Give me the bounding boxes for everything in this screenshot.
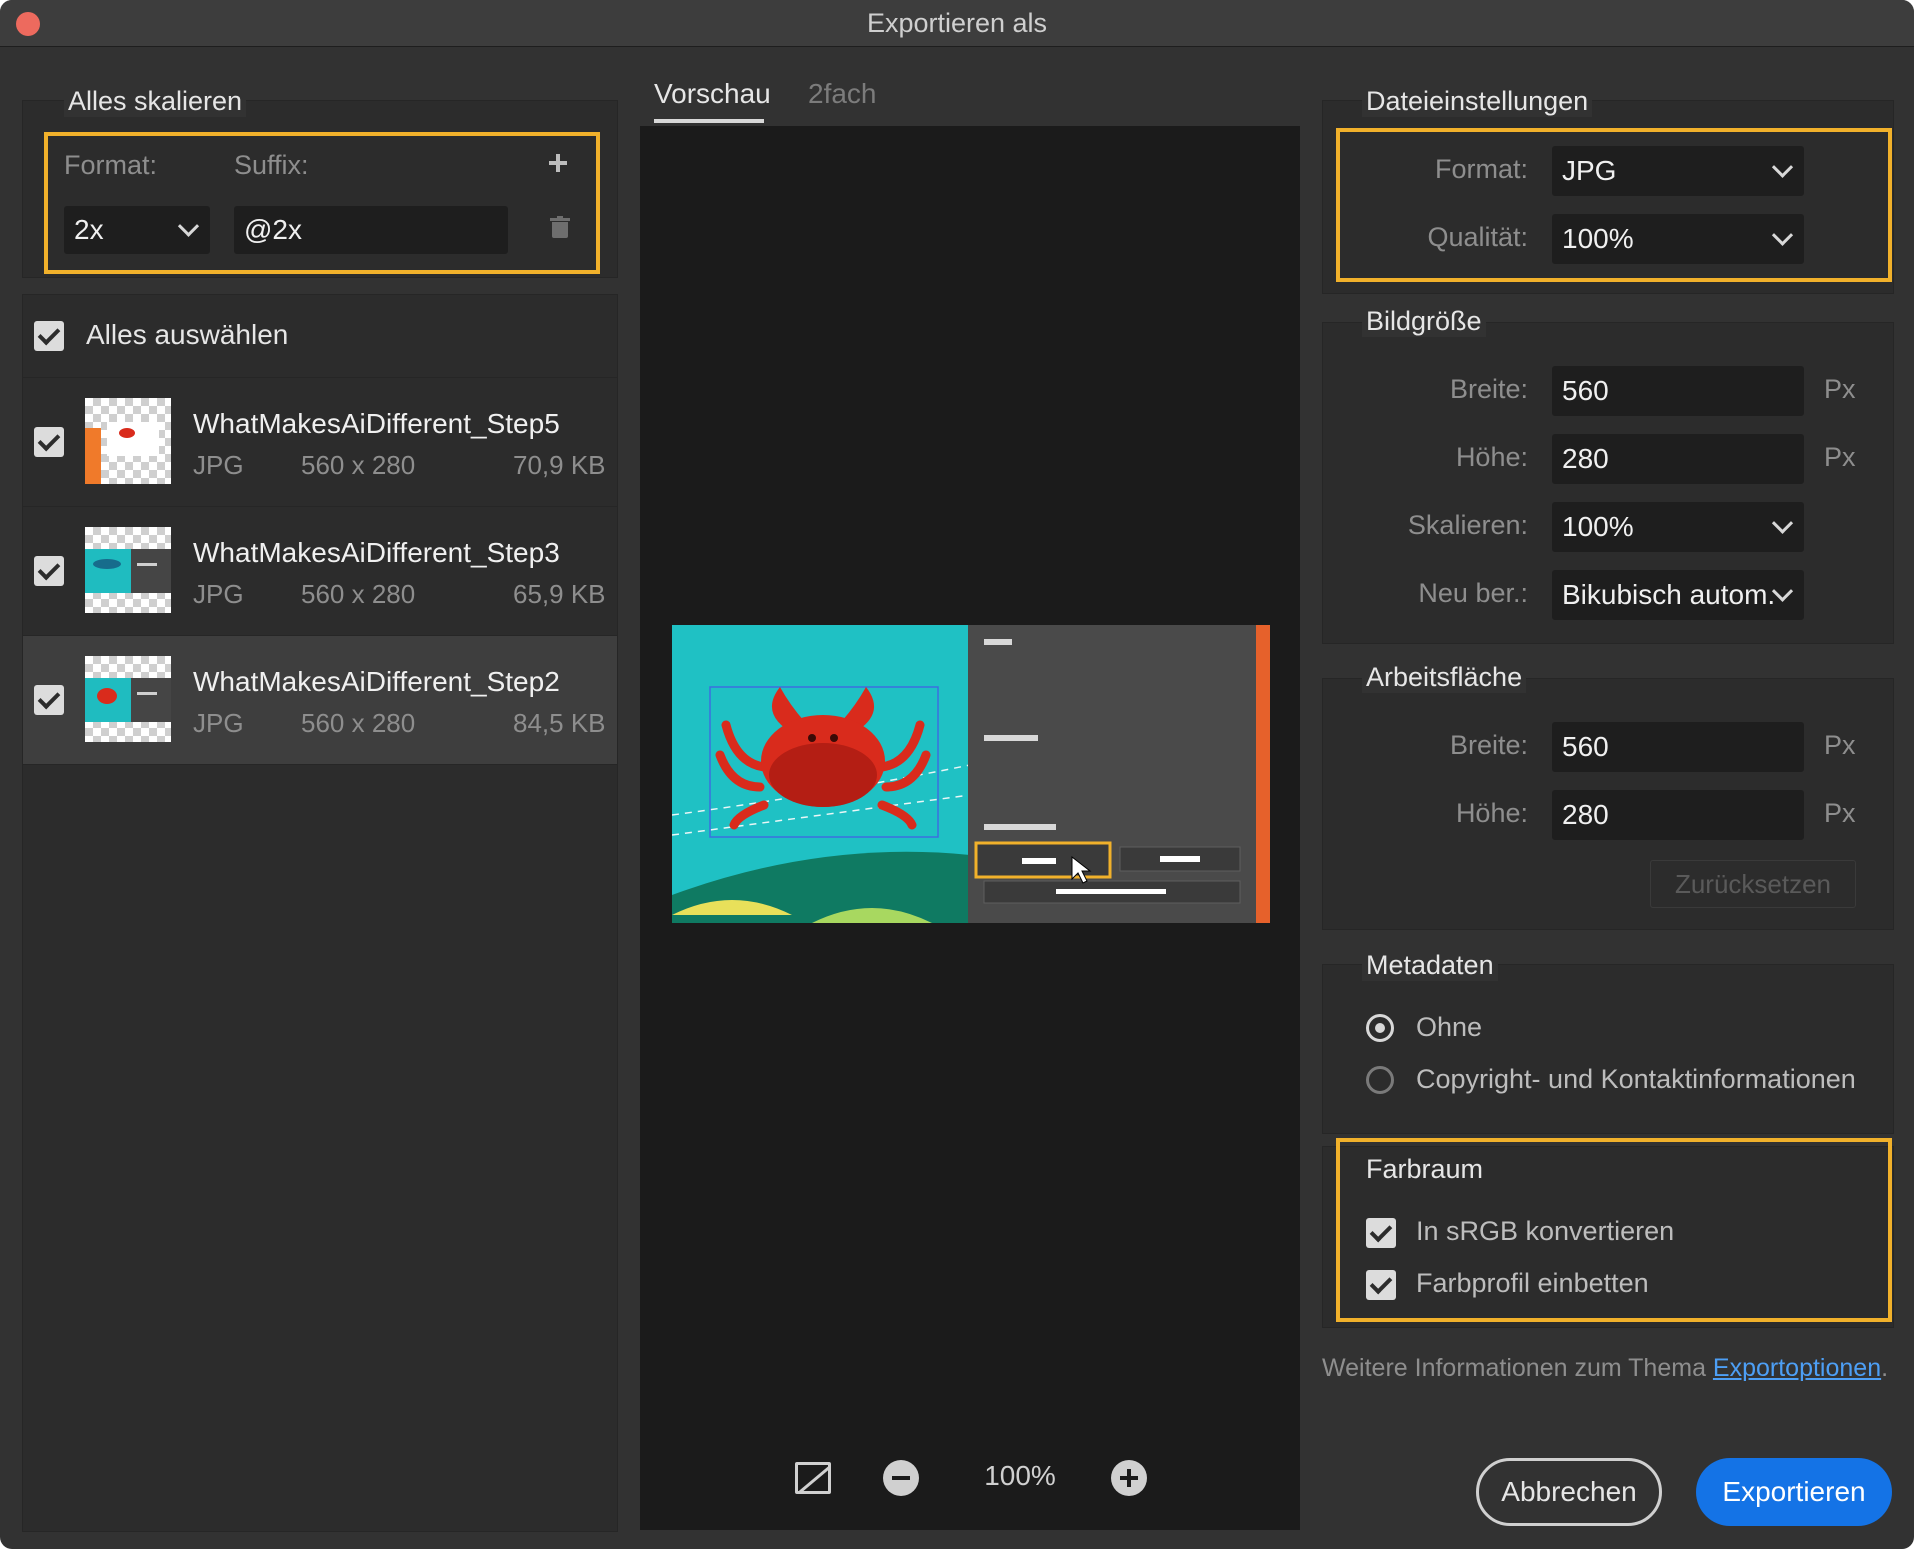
scale-all-title: Alles skalieren bbox=[64, 86, 247, 117]
artboard-height-label: Höhe: bbox=[1455, 798, 1528, 828]
radio-copyright[interactable] bbox=[1366, 1066, 1394, 1094]
image-width-input[interactable]: 560 bbox=[1552, 366, 1804, 416]
asset-thumbnail bbox=[85, 527, 171, 613]
chevron-down-icon bbox=[177, 215, 200, 237]
tab-2x[interactable]: 2fach bbox=[808, 78, 877, 110]
embed-profile-label: Farbprofil einbetten bbox=[1416, 1268, 1649, 1298]
artboard-width-unit: Px bbox=[1824, 730, 1856, 760]
image-height-label: Höhe: bbox=[1455, 442, 1528, 472]
cancel-button[interactable]: Abbrechen bbox=[1476, 1458, 1662, 1526]
trash-icon[interactable] bbox=[550, 216, 570, 238]
asset-type: JPG bbox=[193, 708, 244, 738]
zoom-out-icon[interactable] bbox=[883, 1460, 919, 1496]
chevron-down-icon bbox=[1771, 156, 1794, 178]
plus-icon[interactable] bbox=[549, 154, 567, 172]
asset-type: JPG bbox=[193, 579, 244, 609]
quality-dropdown[interactable]: 100% bbox=[1552, 214, 1804, 264]
image-width-label: Breite: bbox=[1449, 374, 1528, 404]
info-text: Weitere Informationen zum Thema bbox=[1322, 1354, 1713, 1382]
scale-format-label: Format: bbox=[64, 150, 158, 180]
select-all-checkbox[interactable] bbox=[34, 321, 64, 351]
embed-profile-checkbox[interactable] bbox=[1366, 1270, 1396, 1300]
suffix-input[interactable]: @2x bbox=[234, 206, 508, 254]
metadata-panel bbox=[1322, 964, 1894, 1134]
asset-checkbox[interactable] bbox=[34, 556, 64, 586]
file-format-value: JPG bbox=[1562, 155, 1617, 186]
option-none-label: Ohne bbox=[1416, 1012, 1483, 1042]
asset-checkbox[interactable] bbox=[34, 427, 64, 457]
asset-dimensions: 560 x 280 bbox=[301, 450, 416, 480]
asset-name: WhatMakesAiDifferent_Step2 bbox=[193, 666, 560, 697]
list-item[interactable]: WhatMakesAiDifferent_Step3 JPG 560 x 280… bbox=[23, 507, 617, 636]
scale-factor-value: 2x bbox=[74, 214, 104, 245]
preview-image bbox=[672, 625, 1270, 923]
asset-size: 70,9 KB bbox=[513, 450, 606, 480]
tab-preview[interactable]: Vorschau bbox=[654, 78, 771, 110]
resample-label: Neu ber.: bbox=[1418, 578, 1528, 608]
resample-dropdown[interactable]: Bikubisch autom. bbox=[1552, 570, 1804, 620]
file-settings-title: Dateieinstellungen bbox=[1362, 86, 1593, 117]
zoom-in-icon[interactable] bbox=[1111, 1460, 1147, 1496]
resample-value: Bikubisch autom. bbox=[1562, 579, 1776, 610]
scale-factor-dropdown[interactable]: 2x bbox=[64, 206, 210, 254]
radio-none[interactable] bbox=[1366, 1014, 1394, 1042]
title-bar: Exportieren als bbox=[0, 0, 1914, 47]
artboard-width-input[interactable]: 560 bbox=[1552, 722, 1804, 772]
chevron-down-icon bbox=[1771, 512, 1794, 534]
asset-size: 65,9 KB bbox=[513, 579, 606, 609]
scale-label: Skalieren: bbox=[1407, 510, 1528, 540]
crab-artwork bbox=[672, 625, 1270, 923]
srgb-label: In sRGB konvertieren bbox=[1416, 1216, 1675, 1246]
artboard-width-label: Breite: bbox=[1449, 730, 1528, 760]
image-width-unit: Px bbox=[1824, 374, 1856, 404]
image-height-unit: Px bbox=[1824, 442, 1856, 472]
suffix-label: Suffix: bbox=[234, 150, 309, 180]
asset-thumbnail bbox=[85, 398, 171, 484]
list-item[interactable]: WhatMakesAiDifferent_Step5 JPG 560 x 280… bbox=[23, 378, 617, 507]
asset-checkbox[interactable] bbox=[34, 685, 64, 715]
file-format-dropdown[interactable]: JPG bbox=[1552, 146, 1804, 196]
file-format-label: Format: bbox=[1434, 154, 1528, 184]
export-dialog: Exportieren als Alles skalieren Format: … bbox=[0, 0, 1914, 1549]
info-end: . bbox=[1881, 1354, 1889, 1382]
fit-to-view-icon[interactable] bbox=[795, 1462, 831, 1494]
artboard-height-input[interactable]: 280 bbox=[1552, 790, 1804, 840]
quality-label: Qualität: bbox=[1427, 222, 1528, 252]
metadata-title: Metadaten bbox=[1362, 950, 1498, 981]
active-tab-indicator bbox=[654, 119, 764, 123]
zoom-level: 100% bbox=[984, 1460, 1056, 1491]
srgb-checkbox[interactable] bbox=[1366, 1218, 1396, 1248]
asset-dimensions: 560 x 280 bbox=[301, 708, 416, 738]
colorspace-title: Farbraum bbox=[1366, 1154, 1484, 1184]
asset-dimensions: 560 x 280 bbox=[301, 579, 416, 609]
option-copyright-label: Copyright- und Kontaktinformationen bbox=[1416, 1064, 1856, 1094]
asset-type: JPG bbox=[193, 450, 244, 480]
asset-name: WhatMakesAiDifferent_Step5 bbox=[193, 408, 560, 439]
asset-size: 84,5 KB bbox=[513, 708, 606, 738]
select-all-row[interactable]: Alles auswählen bbox=[23, 295, 617, 378]
scale-dropdown[interactable]: 100% bbox=[1552, 502, 1804, 552]
window-title: Exportieren als bbox=[866, 8, 1048, 38]
quality-value: 100% bbox=[1562, 223, 1634, 254]
image-height-input[interactable]: 280 bbox=[1552, 434, 1804, 484]
asset-name: WhatMakesAiDifferent_Step3 bbox=[193, 537, 560, 568]
info-line: Weitere Informationen zum Thema Exportop… bbox=[1322, 1354, 1888, 1383]
artboard-title: Arbeitsfläche bbox=[1362, 662, 1527, 693]
list-item[interactable]: WhatMakesAiDifferent_Step2 JPG 560 x 280… bbox=[23, 636, 617, 765]
reset-button[interactable]: Zurücksetzen bbox=[1650, 860, 1856, 908]
select-all-label: Alles auswählen bbox=[86, 319, 289, 350]
asset-thumbnail bbox=[85, 656, 171, 742]
artboard-height-unit: Px bbox=[1824, 798, 1856, 828]
image-size-title: Bildgröße bbox=[1362, 306, 1486, 337]
export-options-link[interactable]: Exportoptionen bbox=[1713, 1354, 1881, 1382]
scale-value: 100% bbox=[1562, 511, 1634, 542]
export-button[interactable]: Exportieren bbox=[1696, 1458, 1892, 1526]
chevron-down-icon bbox=[1771, 224, 1794, 246]
